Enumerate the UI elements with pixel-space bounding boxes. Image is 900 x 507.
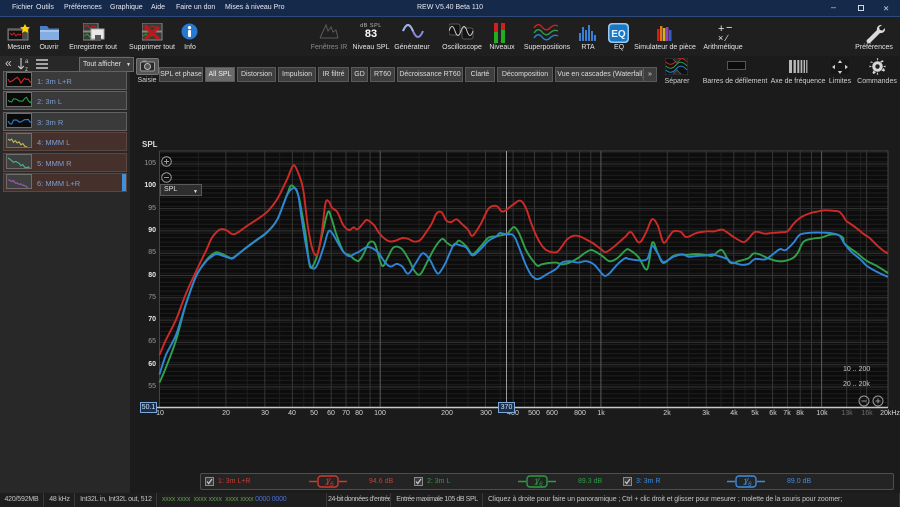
svg-text:6: 6: [539, 481, 543, 488]
svg-text:6: 6: [330, 481, 334, 488]
svg-text:6: 6: [748, 481, 752, 488]
